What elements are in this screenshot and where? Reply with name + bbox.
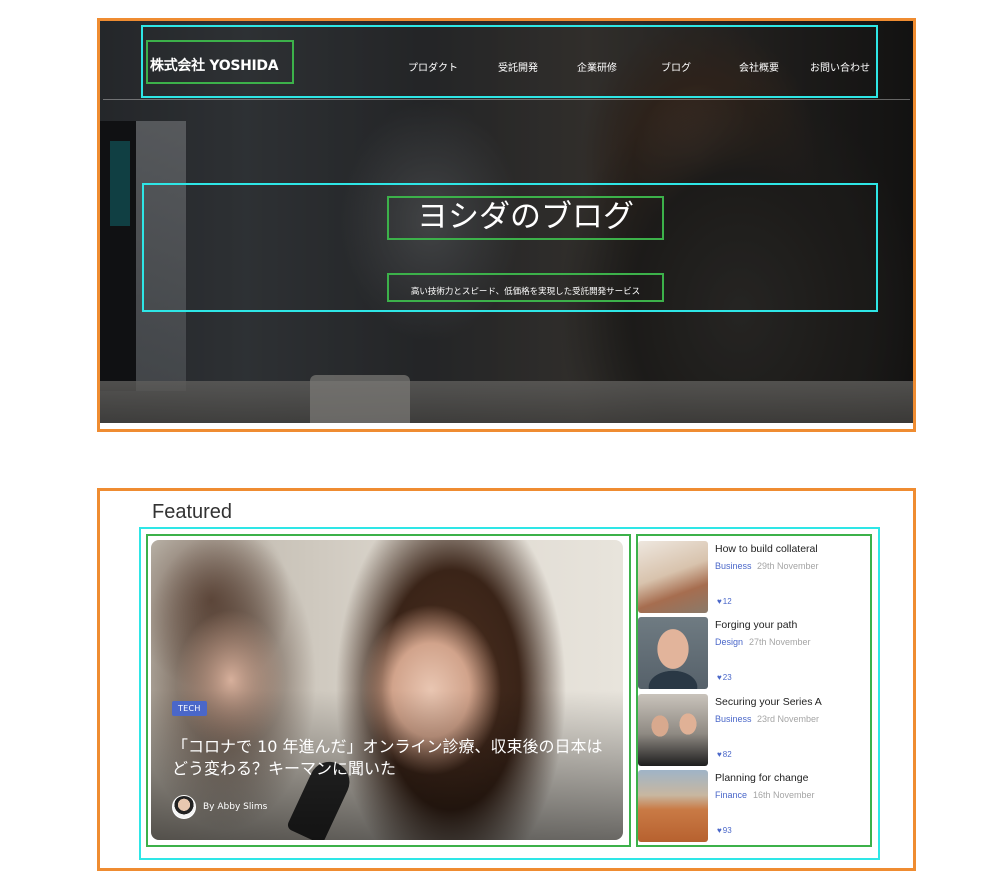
post-thumbnail [638,541,708,613]
post-category[interactable]: Finance [715,790,747,800]
post-likes[interactable]: ♥82 [717,750,732,759]
post-date: 16th November [753,790,815,800]
hero-title: ヨシダのブログ [417,199,634,235]
featured-heading: Featured [152,501,233,523]
side-post-item[interactable]: Securing your Series A Business 23rd Nov… [638,694,868,766]
author-avatar [172,795,196,819]
post-thumbnail [638,694,708,766]
heart-icon: ♥ [717,750,722,759]
side-post-item[interactable]: How to build collateral Business 29th No… [638,541,868,613]
post-thumbnail [638,617,708,689]
nav-item-contract-dev[interactable]: 受託開発 [498,59,538,74]
hero-subtitle: 高い技術力とスピード、低価格を実現した受託開発サービス [410,287,641,297]
nav-item-company[interactable]: 会社概要 [739,59,779,74]
category-tag[interactable]: TECH [172,701,207,716]
nav-item-blog[interactable]: ブログ [661,59,691,74]
nav-divider [103,99,910,100]
post-thumbnail [638,770,708,842]
nav-item-contact[interactable]: お問い合わせ [810,59,870,74]
post-likes[interactable]: ♥23 [717,673,732,682]
site-logo[interactable]: 株式会社 YOSHIDA [150,55,279,75]
post-date: 27th November [749,637,811,647]
post-category[interactable]: Business [715,561,752,571]
post-likes[interactable]: ♥12 [717,597,732,606]
post-category[interactable]: Design [715,637,743,647]
post-title[interactable]: Planning for change [715,772,808,784]
heart-icon: ♥ [717,826,722,835]
post-category[interactable]: Business [715,714,752,724]
post-title[interactable]: Securing your Series A [715,696,822,708]
post-date: 29th November [757,561,819,571]
nav-item-training[interactable]: 企業研修 [577,59,617,74]
post-date: 23rd November [757,714,820,724]
heart-icon: ♥ [717,597,722,606]
heart-icon: ♥ [717,673,722,682]
nav-item-product[interactable]: プロダクト [408,59,458,74]
main-card-title[interactable]: 「コロナで 10 年進んだ」オンライン診療、収束後の日本はどう変わる？キーマンに… [172,736,612,780]
side-post-item[interactable]: Forging your path Design 27th November ♥… [638,617,868,689]
post-title[interactable]: Forging your path [715,619,797,631]
side-post-item[interactable]: Planning for change Finance 16th Novembe… [638,770,868,842]
author-name: By Abby Slims [203,802,268,812]
post-likes[interactable]: ♥93 [717,826,732,835]
featured-main-card[interactable]: TECH 「コロナで 10 年進んだ」オンライン診療、収束後の日本はどう変わる？… [151,540,623,840]
post-title[interactable]: How to build collateral [715,543,818,555]
